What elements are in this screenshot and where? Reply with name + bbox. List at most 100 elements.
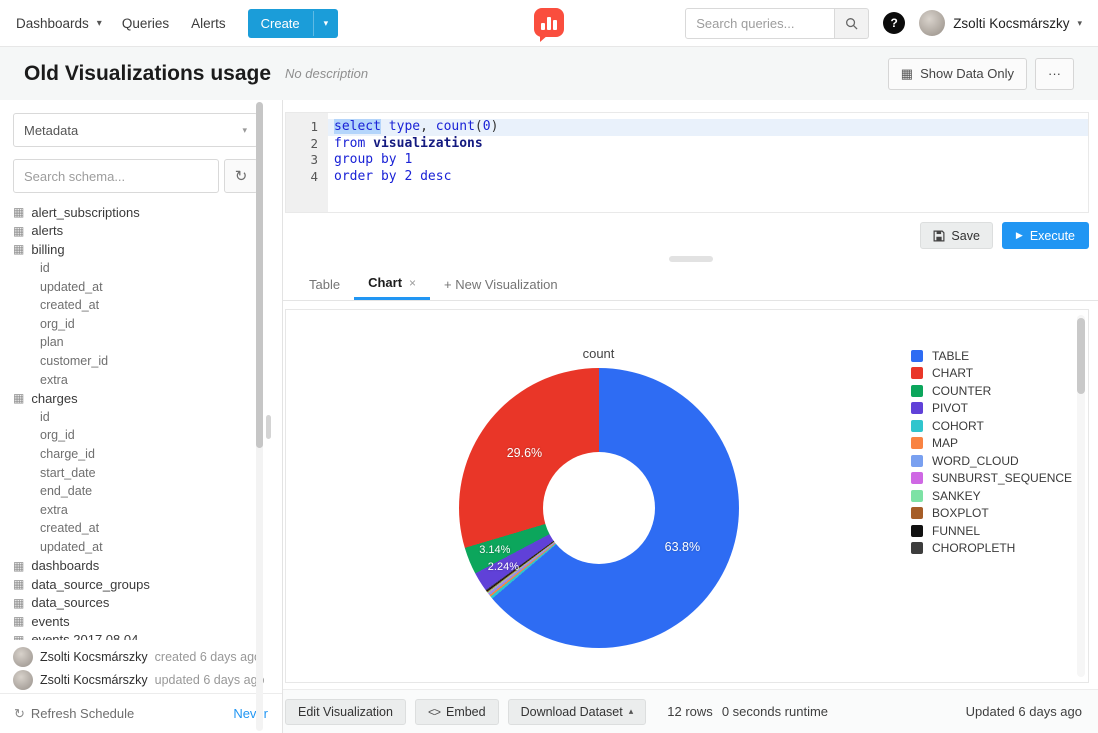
refresh-schema-button[interactable]: ↻ (224, 159, 258, 193)
schema-column-item[interactable]: start_date (13, 463, 282, 482)
code-line[interactable]: select type, count(0) (328, 119, 1088, 136)
execute-button[interactable]: ▶ Execute (1002, 222, 1089, 249)
schema-table-item[interactable]: ▦charges (13, 389, 282, 408)
legend-item[interactable]: MAP (911, 435, 1072, 453)
user-menu[interactable]: Zsolti Kocsmárszky ▾ (919, 10, 1082, 36)
embed-button[interactable]: <> Embed (415, 699, 499, 725)
schema-column-item[interactable]: org_id (13, 426, 282, 445)
nav-dashboards[interactable]: Dashboards (16, 16, 89, 31)
editor-code[interactable]: select type, count(0)from visualizations… (328, 113, 1088, 212)
schema-column-item[interactable]: created_at (13, 519, 282, 538)
schema-table-item[interactable]: ▦billing (13, 240, 282, 259)
nav-queries[interactable]: Queries (122, 16, 169, 31)
schema-column-item[interactable]: updated_at (13, 538, 282, 557)
tab-label: Chart (368, 275, 402, 290)
schema-column-item[interactable]: end_date (13, 482, 282, 501)
more-actions-button[interactable]: ··· (1035, 58, 1074, 90)
schema-column-item[interactable]: plan (13, 333, 282, 352)
chart-scrollbar[interactable] (1077, 315, 1085, 677)
play-icon: ▶ (1016, 230, 1023, 241)
legend-item[interactable]: FUNNEL (911, 522, 1072, 540)
schema-table-item[interactable]: ▦data_source_groups (13, 575, 282, 594)
redash-logo[interactable] (534, 8, 564, 37)
legend-item[interactable]: CHOROPLETH (911, 540, 1072, 558)
avatar (13, 647, 33, 667)
legend-item[interactable]: COUNTER (911, 382, 1072, 400)
legend-item[interactable]: WORD_CLOUD (911, 452, 1072, 470)
legend-item[interactable]: CHART (911, 365, 1072, 383)
dashboards-chevron-down-icon[interactable]: ▾ (97, 18, 102, 29)
schema-table-item[interactable]: ▦data_sources (13, 593, 282, 612)
schema-table-item[interactable]: ▦dashboards (13, 556, 282, 575)
schema-column-item[interactable]: updated_at (13, 277, 282, 296)
scrollbar-thumb[interactable] (256, 102, 263, 448)
schema-item-label: updated_at (40, 540, 103, 554)
schema-item-label: billing (31, 242, 64, 257)
refresh-schedule-row: ↻ Refresh Schedule Never (0, 693, 282, 733)
legend-item[interactable]: SUNBURST_SEQUENCE (911, 470, 1072, 488)
schema-table-item[interactable]: ▦alert_subscriptions (13, 203, 282, 222)
schema-item-label: org_id (40, 317, 75, 331)
query-meta-row: Zsolti Kocsmárszkycreated 6 days ago (13, 645, 269, 668)
code-line[interactable]: order by 2 desc (328, 169, 1088, 186)
nav-alerts[interactable]: Alerts (191, 16, 226, 31)
close-icon[interactable]: × (409, 276, 416, 290)
sql-editor[interactable]: 1234 select type, count(0)from visualiza… (285, 112, 1089, 213)
legend-item[interactable]: PIVOT (911, 400, 1072, 418)
schema-table-item[interactable]: ▦alerts (13, 222, 282, 241)
metadata-select-value: Metadata (24, 123, 78, 138)
schema-item-label: events (31, 614, 69, 629)
save-button[interactable]: Save (920, 222, 993, 249)
schema-table-item[interactable]: ▦events 2017 08 04 (13, 631, 282, 640)
code-line[interactable]: from visualizations (328, 136, 1088, 153)
tab-new-visualization[interactable]: + New Visualization (430, 268, 572, 300)
sidebar-resize-handle[interactable] (266, 415, 271, 439)
search-queries-input[interactable] (685, 8, 835, 39)
schema-column-item[interactable]: charge_id (13, 445, 282, 464)
refresh-icon: ↻ (235, 167, 248, 185)
legend-item[interactable]: COHORT (911, 417, 1072, 435)
scrollbar-thumb[interactable] (1077, 318, 1085, 394)
search-button[interactable] (835, 8, 869, 39)
schema-column-item[interactable]: created_at (13, 296, 282, 315)
code-line[interactable]: group by 1 (328, 152, 1088, 169)
legend-item[interactable]: SANKEY (911, 487, 1072, 505)
create-chevron-down-icon[interactable]: ▾ (313, 11, 339, 36)
schema-item-label: extra (40, 503, 68, 517)
schema-column-item[interactable]: id (13, 259, 282, 278)
download-dataset-button[interactable]: Download Dataset ▴ (508, 699, 647, 725)
schema-scrollbar[interactable] (256, 102, 263, 731)
editor-resize-handle[interactable] (669, 256, 713, 262)
metadata-select[interactable]: Metadata ▾ (13, 113, 258, 147)
schema-item-label: extra (40, 373, 68, 387)
schema-search-input[interactable] (13, 159, 219, 193)
legend-label: COHORT (932, 419, 984, 433)
help-button[interactable]: ? (883, 12, 905, 34)
schema-item-label: start_date (40, 466, 96, 480)
grid-icon: ▦ (901, 66, 913, 82)
tab-table[interactable]: Table (295, 268, 354, 300)
schema-column-item[interactable]: customer_id (13, 352, 282, 371)
legend-item[interactable]: TABLE (911, 347, 1072, 365)
legend-item[interactable]: BOXPLOT (911, 505, 1072, 523)
schema-table-item[interactable]: ▦ events (13, 612, 282, 631)
schema-column-item[interactable]: id (13, 408, 282, 427)
query-meta: Zsolti Kocsmárszkycreated 6 days agoZsol… (0, 640, 282, 693)
meta-action-text: updated 6 days ago (155, 673, 265, 687)
pie-slice-label: 29.6% (507, 446, 542, 460)
create-button[interactable]: Create ▾ (248, 9, 339, 38)
show-data-only-button[interactable]: ▦ Show Data Only (888, 58, 1027, 90)
chevron-down-icon: ▾ (242, 125, 247, 136)
meta-user-name: Zsolti Kocsmárszky (40, 650, 148, 664)
query-description[interactable]: No description (285, 66, 368, 81)
schema-column-item[interactable]: extra (13, 370, 282, 389)
legend-swatch (911, 472, 923, 484)
schema-column-item[interactable]: org_id (13, 315, 282, 334)
edit-visualization-button[interactable]: Edit Visualization (285, 699, 406, 725)
legend-label: TABLE (932, 349, 969, 363)
tab-chart[interactable]: Chart × (354, 268, 430, 300)
table-icon: ▦ (13, 614, 24, 628)
schema-item-label: alerts (31, 223, 63, 238)
schema-item-label: charge_id (40, 447, 95, 461)
schema-column-item[interactable]: extra (13, 501, 282, 520)
